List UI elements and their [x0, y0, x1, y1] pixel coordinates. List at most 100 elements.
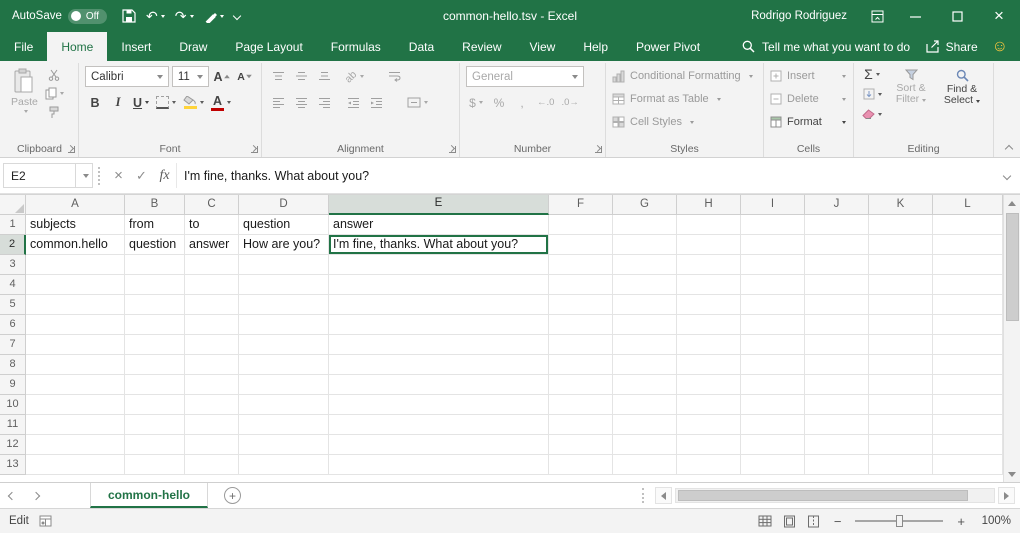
- accounting-format-button[interactable]: $: [466, 92, 486, 113]
- scroll-up-button[interactable]: [1004, 195, 1020, 211]
- cell-G6[interactable]: [613, 315, 677, 335]
- formula-input[interactable]: I'm fine, thanks. What about you?: [176, 163, 997, 188]
- row-header-9[interactable]: 9: [0, 375, 26, 395]
- column-header-H[interactable]: H: [677, 195, 741, 215]
- find-select-button[interactable]: Find & Select: [938, 66, 986, 106]
- cell-L12[interactable]: [933, 435, 1003, 455]
- row-header-7[interactable]: 7: [0, 335, 26, 355]
- clear-button[interactable]: [860, 106, 884, 122]
- cell-E11[interactable]: [329, 415, 549, 435]
- cut-button[interactable]: [48, 69, 60, 81]
- bottom-align-button[interactable]: [314, 66, 334, 87]
- cell-E4[interactable]: [329, 275, 549, 295]
- format-cells-button[interactable]: Format: [770, 112, 846, 132]
- cell-C2[interactable]: answer: [185, 235, 239, 255]
- fill-button[interactable]: [860, 86, 884, 102]
- cell-J3[interactable]: [805, 255, 869, 275]
- cell-B12[interactable]: [125, 435, 185, 455]
- cell-E7[interactable]: [329, 335, 549, 355]
- cell-H12[interactable]: [677, 435, 741, 455]
- tell-me-search[interactable]: Tell me what you want to do: [742, 32, 910, 61]
- cell-J1[interactable]: [805, 215, 869, 235]
- cell-styles-button[interactable]: Cell Styles: [612, 112, 757, 132]
- cell-K12[interactable]: [869, 435, 933, 455]
- decrease-decimal-button[interactable]: .0→: [559, 92, 580, 113]
- horizontal-scroll-track[interactable]: [675, 488, 995, 503]
- name-box-dropdown[interactable]: [75, 163, 93, 188]
- row-header-12[interactable]: 12: [0, 435, 26, 455]
- cell-D5[interactable]: [239, 295, 329, 315]
- cell-I12[interactable]: [741, 435, 805, 455]
- formula-bar-splitter[interactable]: [98, 167, 102, 185]
- ribbon-tab-data[interactable]: Data: [395, 32, 448, 61]
- fill-color-button[interactable]: [181, 92, 206, 113]
- orientation-button[interactable]: ab: [343, 66, 366, 87]
- row-header-11[interactable]: 11: [0, 415, 26, 435]
- column-header-C[interactable]: C: [185, 195, 239, 215]
- cell-D7[interactable]: [239, 335, 329, 355]
- cell-K1[interactable]: [869, 215, 933, 235]
- cell-A3[interactable]: [26, 255, 125, 275]
- cell-H4[interactable]: [677, 275, 741, 295]
- cell-G3[interactable]: [613, 255, 677, 275]
- column-header-F[interactable]: F: [549, 195, 613, 215]
- undo-button[interactable]: ↶: [141, 3, 170, 29]
- cell-J5[interactable]: [805, 295, 869, 315]
- increase-decimal-button[interactable]: ←.0: [535, 92, 556, 113]
- paste-button[interactable]: Paste: [7, 66, 42, 115]
- row-header-4[interactable]: 4: [0, 275, 26, 295]
- cell-H13[interactable]: [677, 455, 741, 475]
- cell-K10[interactable]: [869, 395, 933, 415]
- cell-C12[interactable]: [185, 435, 239, 455]
- touch-mode-button[interactable]: [199, 3, 229, 29]
- select-all-corner[interactable]: [0, 195, 26, 215]
- share-button[interactable]: Share: [916, 32, 988, 61]
- macro-record-button[interactable]: [39, 515, 52, 527]
- cell-J6[interactable]: [805, 315, 869, 335]
- cell-F11[interactable]: [549, 415, 613, 435]
- column-header-D[interactable]: D: [239, 195, 329, 215]
- sheet-nav-left-button[interactable]: [0, 483, 24, 508]
- number-format-combo[interactable]: General: [466, 66, 584, 87]
- cell-K4[interactable]: [869, 275, 933, 295]
- zoom-level[interactable]: 100%: [979, 515, 1011, 527]
- cell-I1[interactable]: [741, 215, 805, 235]
- cell-E12[interactable]: [329, 435, 549, 455]
- cell-A8[interactable]: [26, 355, 125, 375]
- align-center-button[interactable]: [291, 92, 311, 113]
- cell-K8[interactable]: [869, 355, 933, 375]
- cell-J7[interactable]: [805, 335, 869, 355]
- hscroll-right-button[interactable]: [998, 487, 1015, 504]
- font-dialog-launcher[interactable]: [251, 146, 258, 153]
- zoom-slider-thumb[interactable]: [896, 515, 903, 527]
- cell-A4[interactable]: [26, 275, 125, 295]
- page-layout-view-button[interactable]: [783, 515, 796, 528]
- cell-G4[interactable]: [613, 275, 677, 295]
- cell-I5[interactable]: [741, 295, 805, 315]
- scroll-down-button[interactable]: [1004, 466, 1020, 482]
- cell-F3[interactable]: [549, 255, 613, 275]
- cell-C11[interactable]: [185, 415, 239, 435]
- cell-E3[interactable]: [329, 255, 549, 275]
- copy-button[interactable]: [45, 87, 64, 100]
- cell-B5[interactable]: [125, 295, 185, 315]
- cell-G8[interactable]: [613, 355, 677, 375]
- cell-L1[interactable]: [933, 215, 1003, 235]
- collapse-ribbon-button[interactable]: [1005, 145, 1013, 153]
- cell-K9[interactable]: [869, 375, 933, 395]
- cell-B8[interactable]: [125, 355, 185, 375]
- cell-E2[interactable]: I'm fine, thanks. What about you?: [329, 235, 549, 255]
- cell-L8[interactable]: [933, 355, 1003, 375]
- increase-font-size-button[interactable]: A: [212, 66, 232, 87]
- insert-function-button[interactable]: fx: [153, 163, 176, 188]
- cell-H11[interactable]: [677, 415, 741, 435]
- cell-J9[interactable]: [805, 375, 869, 395]
- cell-D6[interactable]: [239, 315, 329, 335]
- cell-L11[interactable]: [933, 415, 1003, 435]
- name-box[interactable]: E2: [3, 163, 75, 188]
- cell-L9[interactable]: [933, 375, 1003, 395]
- row-header-1[interactable]: 1: [0, 215, 26, 235]
- row-header-13[interactable]: 13: [0, 455, 26, 475]
- cell-J8[interactable]: [805, 355, 869, 375]
- delete-cells-button[interactable]: Delete: [770, 89, 846, 109]
